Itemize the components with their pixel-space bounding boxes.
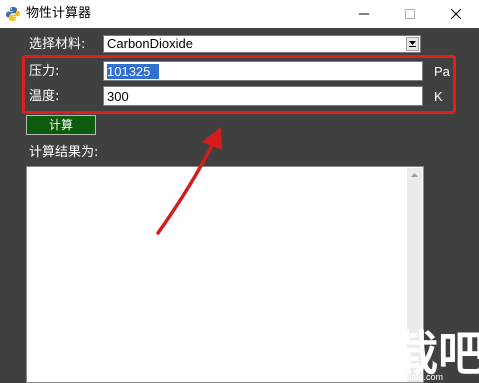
watermark-url: www.xiazaiba.com [369, 372, 444, 382]
pressure-field[interactable] [103, 61, 423, 81]
app-window: 物性计算器 选择材料: CarbonDioxide 压力: Pa 温度: K 计… [0, 0, 479, 383]
pressure-input[interactable] [104, 62, 422, 80]
